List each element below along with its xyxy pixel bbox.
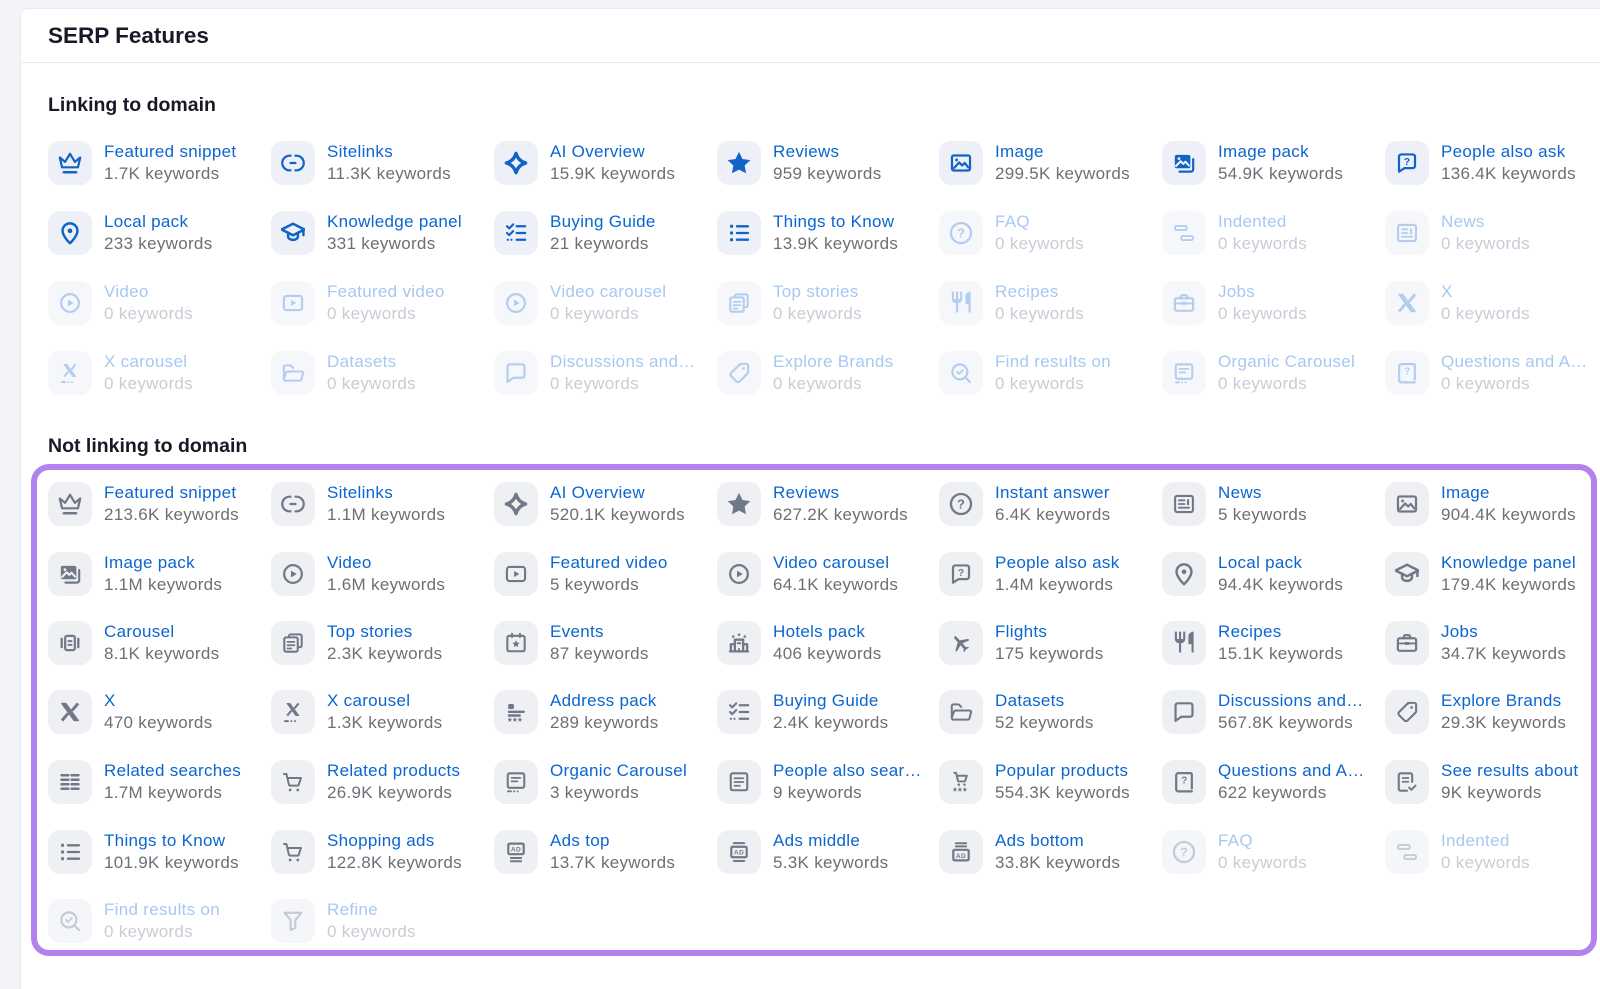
svg-text:?: ?	[1181, 776, 1187, 787]
svg-text:?: ?	[1180, 844, 1188, 859]
svg-text:?: ?	[958, 568, 964, 579]
svg-text:?: ?	[957, 496, 965, 511]
svg-text:AD: AD	[511, 847, 521, 854]
svg-text:AD: AD	[956, 853, 966, 860]
svg-text:?: ?	[1404, 157, 1410, 168]
svg-text:?: ?	[957, 225, 965, 240]
svg-text:AD: AD	[734, 850, 744, 857]
svg-text:?: ?	[1404, 367, 1410, 378]
